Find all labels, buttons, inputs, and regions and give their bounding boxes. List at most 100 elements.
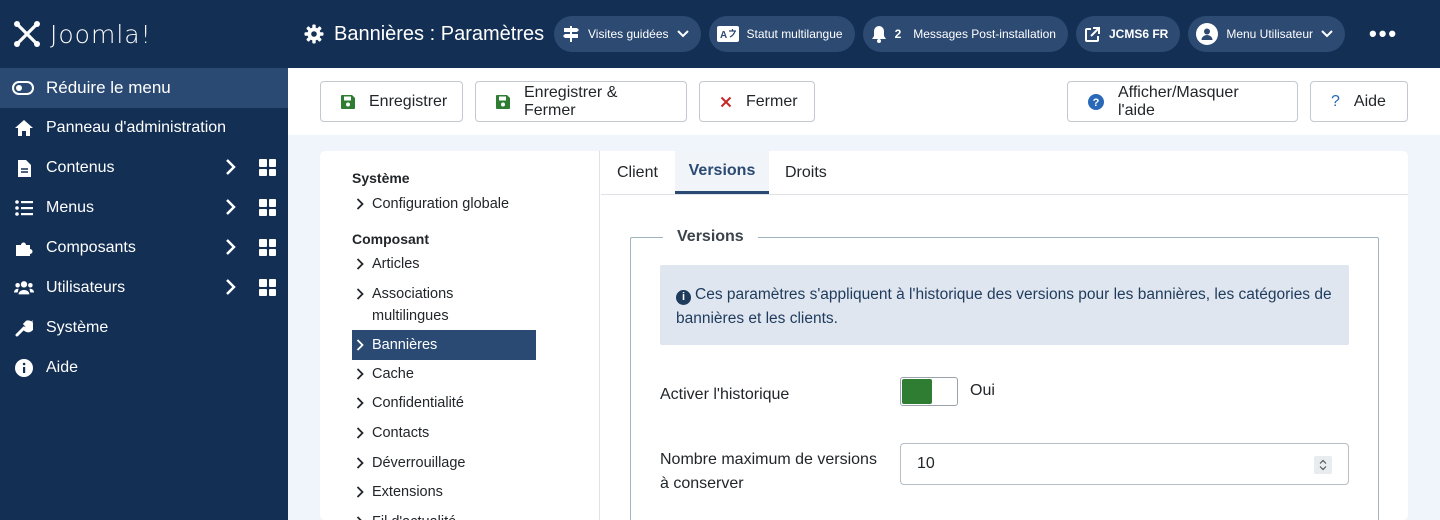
chevron-right-icon[interactable] xyxy=(225,198,237,221)
nav-link-articles[interactable]: Articles xyxy=(352,253,536,275)
header: Bannières : Paramètres Visites guidées A… xyxy=(288,0,1440,68)
sidebar-item-system[interactable]: Système xyxy=(0,308,288,348)
chevron-right-icon xyxy=(356,457,364,469)
nav-link-label: Contacts xyxy=(372,425,430,441)
history-switch[interactable] xyxy=(900,377,958,406)
info-alert: i Ces paramètres s'appliquent à l'histori… xyxy=(660,265,1349,345)
nav-link-banners[interactable]: Bannières xyxy=(352,330,536,360)
file-icon xyxy=(14,158,34,178)
nav-group-system: Système xyxy=(352,170,410,186)
external-link-icon xyxy=(1084,26,1100,42)
list-icon xyxy=(14,198,34,218)
history-switch-value: Oui xyxy=(970,382,995,399)
help-button[interactable]: ? Aide xyxy=(1310,81,1408,122)
versions-fieldset: Versions i Ces paramètres s'appliquent à … xyxy=(630,228,1379,520)
save-close-button[interactable]: Enregistrer & Fermer xyxy=(475,81,687,122)
sidebar-item-label: Utilisateurs xyxy=(46,279,126,296)
tab-permissions[interactable]: Droits xyxy=(785,151,827,194)
question-icon: ? xyxy=(1331,92,1340,110)
chevron-down-icon xyxy=(676,30,689,38)
chevron-right-icon xyxy=(356,368,364,380)
tab-label: Client xyxy=(617,163,658,181)
sidebar-item-label: Aide xyxy=(46,359,79,376)
component-nav: Système Configuration globale Composant … xyxy=(320,151,600,520)
svg-text:A: A xyxy=(720,30,727,41)
chevron-right-icon[interactable] xyxy=(225,278,237,301)
fieldset-legend: Versions xyxy=(663,228,758,246)
save-button[interactable]: Enregistrer xyxy=(320,81,463,122)
sidebar-item-users[interactable]: Utilisateurs xyxy=(0,268,288,308)
collapse-menu-label: Réduire le menu xyxy=(46,78,171,97)
max-versions-input[interactable]: 10 xyxy=(900,443,1349,485)
wrench-icon xyxy=(14,318,34,338)
nav-link-label: Déverrouillage xyxy=(372,455,466,471)
more-options-icon[interactable]: ••• xyxy=(1369,21,1398,47)
nav-link-newsfeeds[interactable]: Fil d'actualité xyxy=(352,511,536,520)
nav-link-extensions[interactable]: Extensions xyxy=(352,481,536,503)
dashboard-grid-icon[interactable] xyxy=(259,199,276,216)
toggle-help-button[interactable]: ? Afficher/Masquer l'aide xyxy=(1067,81,1298,122)
gear-icon xyxy=(304,24,324,44)
signpost-icon xyxy=(563,26,579,42)
tab-bar: Client Versions Droits xyxy=(601,151,1408,195)
nav-link-label: Bannières xyxy=(372,337,438,353)
tab-client[interactable]: Client xyxy=(617,151,658,194)
view-site-button[interactable]: JCMS6 FR xyxy=(1075,16,1181,52)
nav-link-privacy[interactable]: Confidentialité xyxy=(352,392,536,414)
home-icon xyxy=(14,118,34,138)
logo-text: Joomla! xyxy=(50,19,152,49)
user-menu-button[interactable]: Menu Utilisateur xyxy=(1188,16,1346,52)
guided-tours-button[interactable]: Visites guidées xyxy=(554,16,701,52)
messages-count-badge: 2 xyxy=(894,27,902,41)
toggle-icon xyxy=(12,81,34,95)
sidebar-item-label: Système xyxy=(46,319,109,336)
nav-link-associations[interactable]: Associations multilingues xyxy=(352,283,536,327)
sidebar-item-menus[interactable]: Menus xyxy=(0,188,288,228)
chevron-right-icon xyxy=(356,486,364,498)
page-title: Bannières : Paramètres xyxy=(288,23,554,46)
dashboard-grid-icon[interactable] xyxy=(259,239,276,256)
info-icon xyxy=(14,358,34,378)
nav-link-label: Associations multilingues xyxy=(372,286,454,324)
dashboard-grid-icon[interactable] xyxy=(259,279,276,296)
sidebar-item-label: Composants xyxy=(46,239,136,256)
sidebar-item-components[interactable]: Composants xyxy=(0,228,288,268)
site-name-label: JCMS6 FR xyxy=(1108,27,1169,41)
chevron-right-icon xyxy=(356,288,364,300)
post-install-messages-button[interactable]: 2 Messages Post-installation xyxy=(862,16,1068,52)
info-alert-text: Ces paramètres s'appliquent à l'historiq… xyxy=(676,286,1332,327)
tab-versions[interactable]: Versions xyxy=(675,151,769,194)
multilang-status-button[interactable]: A Statut multilangue xyxy=(708,16,855,52)
joomla-logo[interactable]: Joomla! xyxy=(0,0,288,68)
guided-tours-label: Visites guidées xyxy=(588,27,669,41)
save-close-label: Enregistrer & Fermer xyxy=(524,83,618,119)
number-spinner-icon[interactable] xyxy=(1314,456,1332,474)
chevron-right-icon xyxy=(356,198,364,210)
chevron-right-icon[interactable] xyxy=(225,238,237,261)
nav-link-checkin[interactable]: Déverrouillage xyxy=(352,452,536,474)
chevron-right-icon xyxy=(356,258,364,270)
svg-text:?: ? xyxy=(1093,97,1100,109)
nav-link-cache[interactable]: Cache xyxy=(352,363,536,385)
sidebar-item-dashboard[interactable]: Panneau d'administration xyxy=(0,108,288,148)
chevron-down-icon xyxy=(1321,30,1333,38)
collapse-menu-button[interactable]: Réduire le menu xyxy=(0,68,288,108)
dashboard-grid-icon[interactable] xyxy=(259,159,276,176)
max-versions-value: 10 xyxy=(917,455,935,472)
max-versions-label: Nombre maximum de versions à conserver xyxy=(660,451,877,492)
sidebar-item-help[interactable]: Aide xyxy=(0,348,288,388)
nav-link-contacts[interactable]: Contacts xyxy=(352,422,536,444)
page-title-text: Bannières : Paramètres xyxy=(334,22,545,45)
nav-link-label: Articles xyxy=(372,256,420,272)
chevron-right-icon[interactable] xyxy=(225,158,237,181)
save-icon xyxy=(496,94,510,109)
question-circle-icon: ? xyxy=(1088,93,1104,110)
user-avatar-icon xyxy=(1196,23,1219,45)
sidebar-item-content[interactable]: Contenus xyxy=(0,148,288,188)
nav-link-global-config[interactable]: Configuration globale xyxy=(352,193,536,215)
puzzle-icon xyxy=(14,238,34,258)
chevron-right-icon xyxy=(356,516,362,520)
close-icon xyxy=(720,96,732,108)
close-button[interactable]: Fermer xyxy=(699,81,815,122)
post-install-messages-label: Messages Post-installation xyxy=(913,27,1056,41)
